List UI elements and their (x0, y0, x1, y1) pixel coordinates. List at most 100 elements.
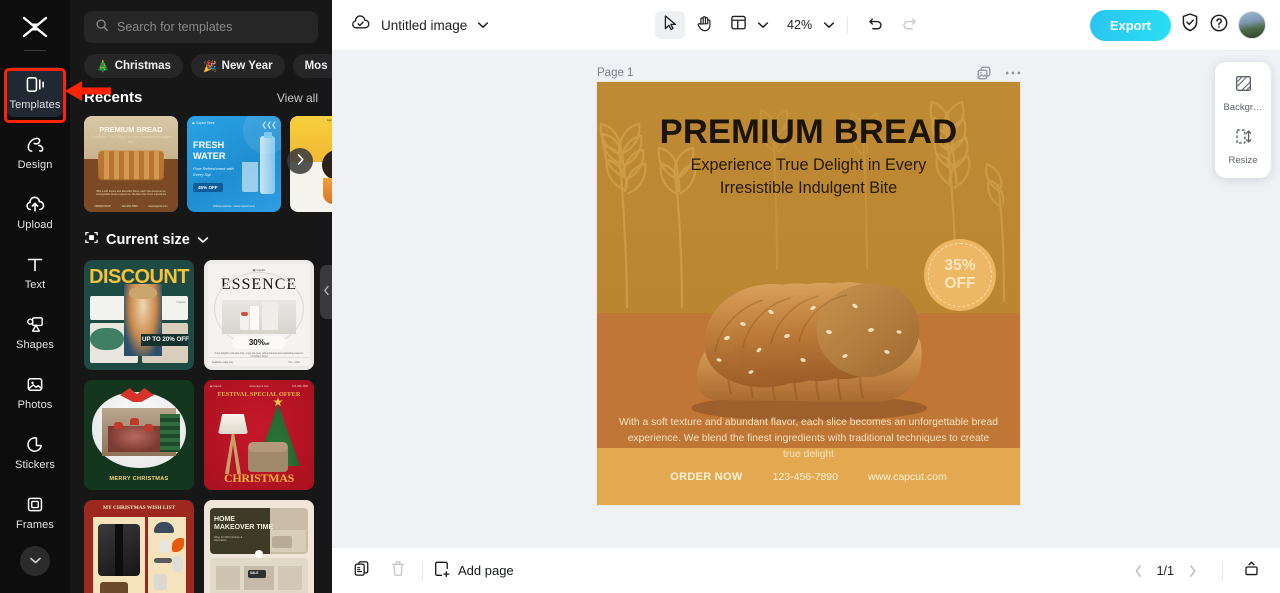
search-icon (95, 18, 109, 37)
zoom-dropdown[interactable]: 42% (787, 16, 835, 34)
cloud-saved-icon[interactable] (350, 14, 371, 36)
template-grid: DISCOUNT UP TO 20% OFF Kapten ▣ Capfor E… (70, 249, 332, 593)
background-tool-label: Backgr… (1223, 102, 1263, 113)
more-options-icon[interactable] (1005, 70, 1021, 76)
editor-area: Untitled image 42% Export Page 1 PREMIUM… (332, 0, 1280, 593)
chevron-down-icon (197, 232, 209, 248)
avatar[interactable] (1238, 11, 1266, 39)
left-rail: Templates Design Upload Text Shapes Phot… (0, 0, 70, 593)
poster-phone: 123-456-7890 (772, 471, 838, 483)
trash-icon (390, 560, 406, 582)
hand-tool-button[interactable] (689, 11, 719, 39)
chip-label: Mos (304, 60, 328, 72)
hand-icon (696, 14, 713, 37)
search-box[interactable] (84, 11, 318, 43)
layout-dropdown[interactable] (757, 16, 769, 34)
cursor-arrow-icon (662, 14, 678, 36)
delete-page-button[interactable] (385, 558, 411, 584)
badge-percent: 35% (944, 257, 976, 274)
duplicate-page-icon[interactable] (976, 65, 992, 81)
layout-icon (730, 14, 747, 36)
discount-badge: 35% OFF (924, 239, 996, 311)
collapse-pages-button[interactable] (1238, 558, 1264, 584)
resize-tool-button[interactable]: Resize (1218, 124, 1268, 169)
redo-icon (901, 15, 918, 36)
undo-button[interactable] (860, 11, 890, 39)
page-navigator: 1/1 (1134, 564, 1197, 578)
sidebar-item-label: Templates (9, 99, 61, 111)
redo-button[interactable] (894, 11, 924, 39)
zoom-level: 42% (787, 18, 813, 32)
upload-cloud-icon (24, 193, 46, 215)
duplicate-icon (353, 560, 370, 582)
badge-off: OFF (944, 275, 976, 292)
chevron-down-icon (757, 16, 769, 34)
rail-divider (24, 50, 46, 51)
template-card-home-makeover[interactable]: HOME MAKEOVER TIME Shop 12,000 Furniture … (204, 500, 314, 593)
next-page-button[interactable] (1188, 564, 1197, 578)
sidebar-item-label: Frames (16, 519, 54, 531)
current-size-label: Current size (106, 231, 190, 248)
template-card-discount[interactable]: DISCOUNT UP TO 20% OFF Kapten (84, 260, 194, 370)
poster-title: PREMIUM BREAD (659, 113, 958, 151)
design-icon (24, 133, 46, 155)
chevron-right-icon (296, 153, 305, 169)
help-circle-icon[interactable] (1209, 13, 1229, 38)
current-size-selector[interactable]: Current size (70, 212, 332, 249)
background-tool-button[interactable]: Backgr… (1218, 71, 1268, 116)
sidebar-item-photos[interactable]: Photos (6, 367, 64, 417)
bottom-divider (422, 561, 423, 580)
search-input[interactable] (117, 20, 307, 34)
template-card-merry-christmas[interactable]: MERRY CHRISTMAS (84, 380, 194, 490)
chip-new-year[interactable]: 🎉 New Year (190, 54, 285, 78)
template-card-premium-bread[interactable]: PREMIUM BREAD Experience True Delight in… (84, 116, 178, 212)
canvas-area[interactable]: Page 1 PREMIUM BREAD Experience True Del… (332, 51, 1280, 547)
template-card-essence[interactable]: ▣ Capfor ESSENCE 30%off From delight to … (204, 260, 314, 370)
panel-collapse-button[interactable] (320, 265, 332, 319)
toolbar-right-group: Export (1089, 9, 1266, 41)
text-icon (24, 253, 46, 275)
chip-most[interactable]: Mos (292, 54, 332, 78)
templates-icon (24, 73, 46, 95)
template-card-fresh-water[interactable]: ▣ Capcut Store ❮❮❮ FRESH WATER Pure Refre… (187, 116, 281, 212)
toolbar-divider (847, 16, 849, 34)
select-tool-button[interactable] (655, 11, 686, 39)
resize-icon (1234, 127, 1253, 151)
poster-design[interactable]: PREMIUM BREAD Experience True Delight in… (597, 82, 1020, 505)
document-title[interactable]: Untitled image (381, 18, 467, 33)
sidebar-item-frames[interactable]: Frames (6, 487, 64, 537)
layout-tool-button[interactable] (723, 11, 753, 39)
chip-christmas[interactable]: 🎄 Christmas (84, 54, 183, 78)
add-page-button[interactable]: Add page (434, 560, 514, 581)
sidebar-item-label: Upload (17, 219, 53, 231)
shield-icon[interactable] (1180, 12, 1200, 38)
bread-image (659, 232, 959, 422)
christmas-tree-emoji-icon: 🎄 (96, 60, 110, 73)
sidebar-item-templates[interactable]: Templates (6, 67, 64, 117)
photos-icon (24, 373, 46, 395)
template-card-festival-christmas[interactable]: ▣ Capcut www.capcut.com 123-456-7890 FES… (204, 380, 314, 490)
recents-title: Recents (84, 89, 143, 106)
rail-more-button[interactable] (20, 546, 50, 576)
sidebar-item-upload[interactable]: Upload (6, 187, 64, 237)
export-button[interactable]: Export (1089, 9, 1171, 41)
capcut-logo-icon[interactable] (18, 14, 52, 40)
chevron-down-icon[interactable] (477, 16, 489, 34)
page-header: Page 1 (597, 65, 1021, 81)
poster-subtitle-line1: Experience True Delight in Every (690, 156, 927, 174)
sidebar-item-shapes[interactable]: Shapes (6, 307, 64, 357)
poster-subtitle: Experience True Delight in Every Irresis… (623, 154, 994, 200)
sidebar-item-design[interactable]: Design (6, 127, 64, 177)
poster-body-text: With a soft texture and abundant flavor,… (619, 417, 998, 460)
carousel-next-button[interactable] (287, 148, 313, 174)
sidebar-item-stickers[interactable]: Stickers (6, 427, 64, 477)
add-page-icon (434, 560, 451, 581)
template-card-wish-list[interactable]: MY CHRISTMAS WISH LIST (84, 500, 194, 593)
sidebar-item-text[interactable]: Text (6, 247, 64, 297)
poster-footer: ORDER NOW 123-456-7890 www.capcut.com (597, 471, 1020, 483)
size-icon (84, 230, 99, 249)
prev-page-button[interactable] (1134, 564, 1143, 578)
duplicate-page-button[interactable] (348, 558, 374, 584)
recents-view-all-link[interactable]: View all (277, 91, 318, 105)
bottom-divider-2 (1222, 561, 1223, 580)
